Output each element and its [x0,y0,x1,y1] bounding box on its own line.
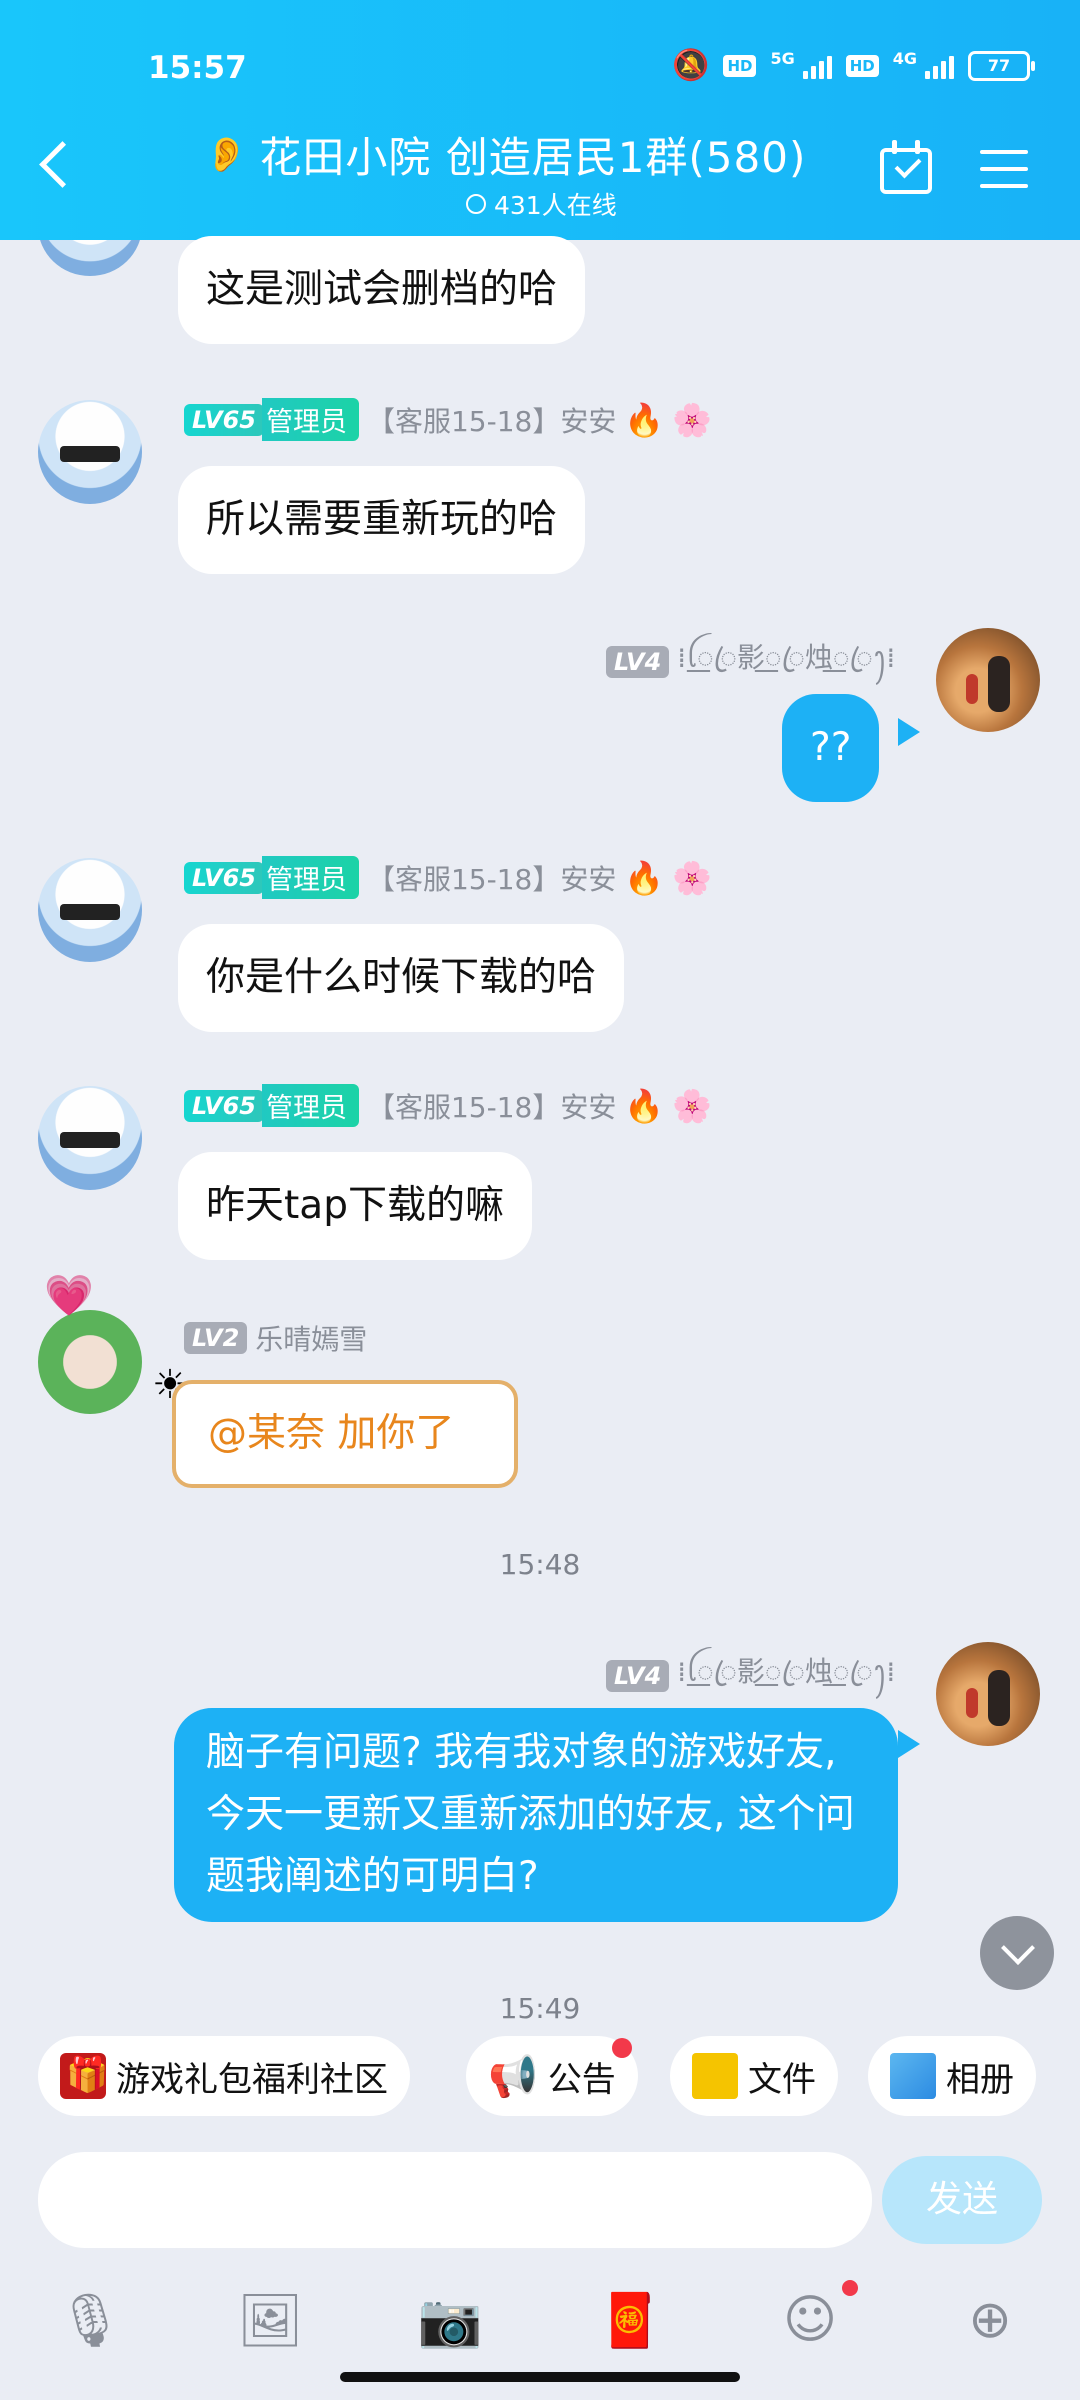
emoji-icon[interactable]: ☺ [780,2290,840,2350]
calendar-checkin-icon[interactable] [880,140,932,194]
photo-icon [890,2053,936,2099]
chat-header: 15:57 🔕 HD 5G HD 4G 77 👂 花田小院 创造居民1群(580… [0,0,1080,240]
network-4g-label: 4G [892,49,917,68]
message-bubble[interactable]: 所以需要重新玩的哈 [178,466,586,574]
avatar[interactable] [38,1086,142,1190]
menu-icon[interactable] [980,150,1028,201]
avatar[interactable] [38,1310,142,1414]
avatar[interactable] [38,858,142,962]
status-time: 15:57 [148,50,247,86]
avatar[interactable] [936,1642,1040,1746]
sender-meta: LV65 管理员 【客服15-18】安安 🔥 🌸 [184,856,712,899]
status-icons: 🔕 HD 5G HD 4G 77 [672,48,1035,83]
online-icon [466,194,486,214]
message-bubble[interactable]: 昨天tap下载的嘛 [178,1152,532,1260]
fire-icon: 🔥 [624,400,665,439]
message-bubble[interactable]: 脑子有问题? 我有我对象的游戏好友, 今天一更新又重新添加的好友, 这个问题我阐… [174,1708,898,1922]
message-bubble[interactable]: 你是什么时候下载的哈 [178,924,625,1032]
heart-icon: 💗 [44,1273,94,1319]
folder-icon [692,2053,738,2099]
shortcut-gift-community[interactable]: 游戏礼包福利社区 [38,2036,410,2116]
microphone-icon[interactable]: 🎙 [57,2290,123,2351]
ear-icon: 👂 [205,134,248,175]
message-bubble[interactable]: 这是测试会删档的哈 [178,236,586,344]
red-packet-icon[interactable]: 🧧 [598,2290,663,2351]
avatar[interactable] [38,400,142,504]
signal-icon [802,53,832,79]
send-button[interactable]: 发送 [882,2156,1042,2244]
scroll-to-bottom-button[interactable] [980,1916,1054,1990]
sender-meta: LV65 管理员 【客服15-18】安安 🔥 🌸 [184,1084,712,1127]
sender-meta: LV4 ⁞ꪶ꯭ꦿ影꯭ꦿ烛꯭ꦿꫂ⁞ [606,630,895,693]
battery-icon: 77 [968,50,1035,81]
time-separator: 15:49 [499,1992,581,2025]
bubble-tail [898,1730,920,1758]
sender-meta: LV2 乐晴嫣雪 [184,1318,367,1358]
online-count: 431人在线 [466,186,617,222]
notification-dot [842,2280,858,2296]
camera-icon[interactable]: 📷 [418,2290,483,2351]
hd-badge-2: HD [845,54,879,77]
shortcut-files[interactable]: 文件 [670,2036,838,2116]
gift-icon [60,2053,108,2099]
input-bar: 发送 🎙 🖼 📷 🧧 ☺ ⊕ [0,2140,1080,2400]
sender-meta: LV4 ⁞ꪶ꯭ꦿ影꯭ꦿ烛꯭ꦿꫂ⁞ [606,1644,895,1707]
avatar[interactable] [936,628,1040,732]
notification-dot [612,2038,632,2058]
bubble-tail [898,718,920,746]
megaphone-icon: 📢 [488,2053,538,2100]
flower-icon: 🌸 [672,400,713,439]
mute-icon: 🔕 [672,48,710,83]
title-row[interactable]: 👂 花田小院 创造居民1群(580) [205,124,806,185]
message-input[interactable] [38,2152,872,2248]
home-indicator [340,2372,740,2382]
signal-icon-2 [925,53,954,79]
plus-icon[interactable]: ⊕ [960,2290,1020,2350]
time-separator: 15:48 [499,1548,581,1581]
mention-bubble[interactable]: @某奈 加你了 [172,1380,518,1488]
group-title: 花田小院 创造居民1群(580) [259,133,807,182]
network-5g-label: 5G [770,49,795,68]
message-bubble[interactable]: ?? [782,694,880,802]
image-icon[interactable]: 🖼 [237,2290,303,2351]
shortcut-album[interactable]: 相册 [868,2036,1036,2116]
hd-badge: HD [723,54,757,77]
back-icon[interactable] [39,141,86,188]
shortcut-announcement[interactable]: 📢 公告 [466,2036,638,2116]
sender-meta: LV65 管理员 【客服15-18】安安 🔥 🌸 [184,398,712,441]
